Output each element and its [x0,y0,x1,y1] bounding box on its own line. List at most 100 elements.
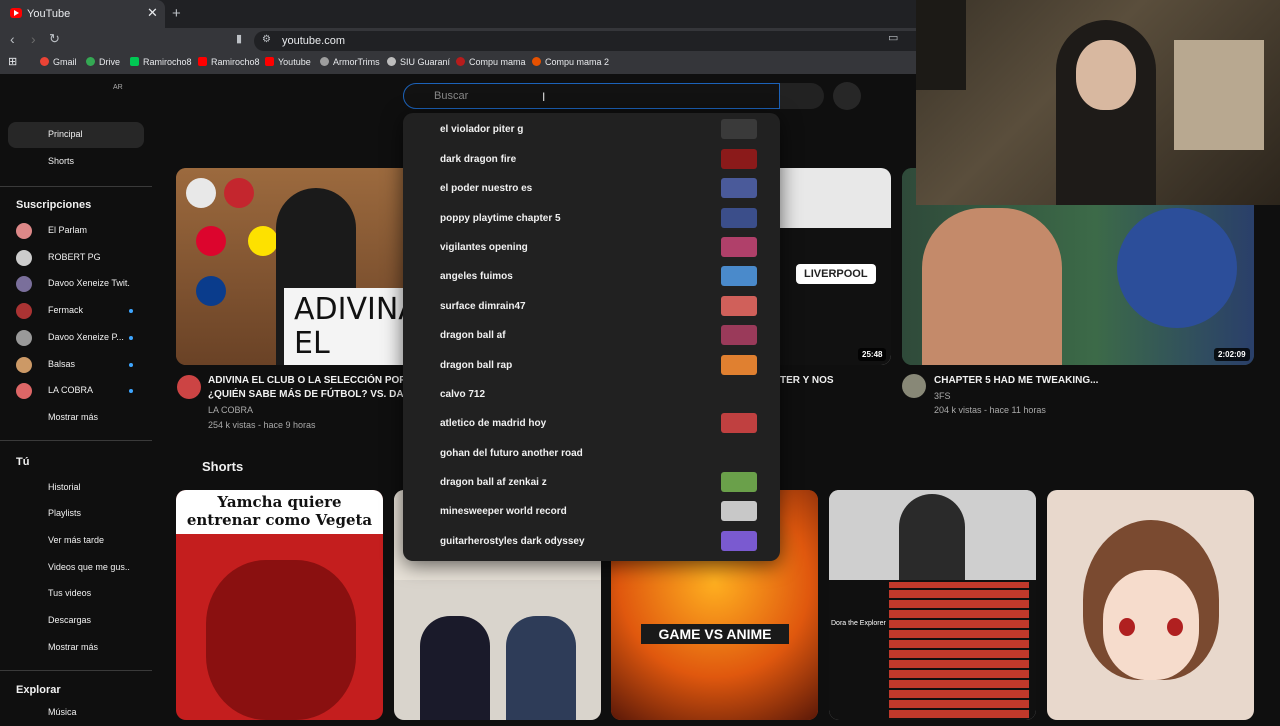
suggestion-item[interactable]: el violador piter g [403,116,780,145]
channel-name[interactable]: 3FS [934,389,951,403]
suggestion-item[interactable]: dragon ball af [403,322,780,351]
short-caption: Yamcha quiere entrenar como Vegeta [186,493,373,529]
anime-character-face [1103,570,1199,680]
suggestion-item[interactable]: el poder nuestro es [403,175,780,204]
video-title[interactable]: ADIVINA EL CLUB O LA SELECCIÓN POR ¿QUIÉN… [208,374,408,402]
suggestion-item[interactable]: dark dragon fire [403,146,780,175]
suggestion-text: dragon ball rap [440,360,513,371]
new-content-dot [129,309,133,313]
youtube-icon [265,57,274,66]
reload-icon[interactable]: ↻ [49,31,60,47]
bookmark-siu-guarani[interactable]: SIU Guaraní [387,57,450,67]
sidebar-item-sub[interactable]: ROBERT PG [8,245,144,271]
back-icon[interactable]: ‹ [10,31,15,47]
sidebar-item-show-more[interactable]: Mostrar más [8,405,144,431]
channel-avatar [16,250,32,266]
sidebar-item-downloads[interactable]: Descargas [8,608,144,634]
video-thumbnail[interactable]: LIVERPOOL 25:48 [780,168,891,365]
site-info-icon[interactable]: ⚙ [262,34,271,45]
sidebar-item-label: Principal [48,129,83,139]
bookmark-gmail[interactable]: Gmail [40,57,77,67]
sidebar-item-label: Davoo Xeneize P... [48,332,124,342]
video-duration: 2:02:09 [1214,348,1250,361]
sidebar-item-sub[interactable]: Balsas [8,352,144,378]
person-figure [780,228,891,365]
sidebar-item-your-videos[interactable]: Tus videos [8,581,144,607]
video-duration: 25:48 [858,348,887,361]
site-icon [532,57,541,66]
club-badge-icon [196,226,226,256]
short-thumbnail[interactable]: Yamcha quiere entrenar como Vegeta [176,490,383,720]
apps-icon[interactable]: ⊞ [8,55,17,68]
bookmark-compu-mama[interactable]: Compu mama [456,57,526,67]
sidebar-item-sub[interactable]: Davoo Xeneize P... [8,325,144,351]
subscriptions-heading: Suscripciones [16,199,92,211]
tab-youtube[interactable]: YouTube ✕ [0,0,165,28]
sidebar-item-sub[interactable]: El Parlam [8,218,144,244]
bookmark-youtube[interactable]: Youtube [265,57,311,67]
suggestion-item[interactable]: vigilantes opening [403,234,780,263]
suggestion-item[interactable]: poppy playtime chapter 5 [403,205,780,234]
bookmark-armortrims[interactable]: ArmorTrims [320,57,380,67]
suggestion-thumbnail [721,472,757,492]
drive-icon [86,57,95,66]
suggestion-text: poppy playtime chapter 5 [440,213,561,224]
sidebar-item-music[interactable]: Música [8,700,144,726]
video-title[interactable]: TER Y NOS [780,374,834,388]
short-thumbnail[interactable]: Dora the Explorer [829,490,1036,720]
channel-avatar[interactable] [177,375,201,399]
bookmark-ramirocho8-2[interactable]: Ramirocho8 [198,57,260,67]
video-title[interactable]: CHAPTER 5 HAD ME TWEAKING... [934,374,1098,388]
forward-icon[interactable]: › [31,31,36,47]
sidebar-item-history[interactable]: Historial [8,475,144,501]
thumbnail-sign: ADIVINA EL CLUB [284,288,416,365]
voice-search-button[interactable] [833,82,861,110]
bookmark-icon[interactable]: ▮ [236,32,242,45]
sidebar-item-playlists[interactable]: Playlists [8,501,144,527]
search-input[interactable]: Buscar [403,83,780,109]
channel-avatar[interactable] [902,374,926,398]
new-tab-button[interactable]: + [172,5,181,22]
site-icon [456,57,465,66]
suggestion-item[interactable]: dragon ball af zenkai z [403,469,780,498]
suggestion-item[interactable]: minesweeper world record [403,498,780,527]
channel-avatar [16,303,32,319]
suggestion-item[interactable]: calvo 712 [403,381,780,410]
sidebar-item-show-more[interactable]: Mostrar más [8,635,144,661]
new-content-dot [129,389,133,393]
suggestion-item[interactable]: angeles fuimos [403,263,780,292]
suggestion-item[interactable]: surface dimrain47 [403,293,780,322]
suggestion-item[interactable]: guitarherostyles dark odyssey [403,528,780,557]
anime-eye [1167,618,1183,636]
sidebar-item-sub[interactable]: Fermack [8,298,144,324]
webcam-overlay [916,0,1280,205]
channel-name[interactable]: LA COBRA [208,403,253,417]
sidebar-item-label: Historial [48,482,81,492]
short-thumbnail[interactable] [1047,490,1254,720]
shorts-heading: Shorts [202,459,244,474]
search-button[interactable] [780,83,824,109]
sidebar-item-liked-videos[interactable]: Videos que me gus... [8,555,144,581]
suggestion-thumbnail [721,355,757,375]
bookmark-drive[interactable]: Drive [86,57,120,67]
suggestion-thumbnail [721,325,757,345]
suggestion-item[interactable]: gohan del futuro another road [403,440,780,469]
sidebar-item-principal[interactable]: Principal [8,122,144,148]
suggestion-thumbnail [721,501,757,521]
person-figure [420,616,490,720]
cast-icon[interactable]: ▭ [888,31,898,44]
globe-icon [320,57,329,66]
suggestion-thumbnail [721,237,757,257]
close-tab-icon[interactable]: ✕ [147,5,158,21]
sidebar-item-watch-later[interactable]: Ver más tarde [8,528,144,554]
suggestion-item[interactable]: atletico de madrid hoy [403,410,780,439]
sidebar-item-shorts[interactable]: Shorts [8,149,144,175]
sidebar-item-sub[interactable]: Davoo Xeneize Twit... [8,271,144,297]
sidebar-item-sub[interactable]: LA COBRA [8,378,144,404]
suggestion-item[interactable]: dragon ball rap [403,352,780,381]
video-thumbnail[interactable]: ADIVINA EL CLUB [176,168,416,365]
text-cursor-icon: I [542,90,546,104]
bookmark-ramirocho8-1[interactable]: Ramirocho8 [130,57,192,67]
bookmark-compu-mama-2[interactable]: Compu mama 2 [532,57,609,67]
address-bar[interactable]: ⚙ youtube.com [254,31,934,51]
